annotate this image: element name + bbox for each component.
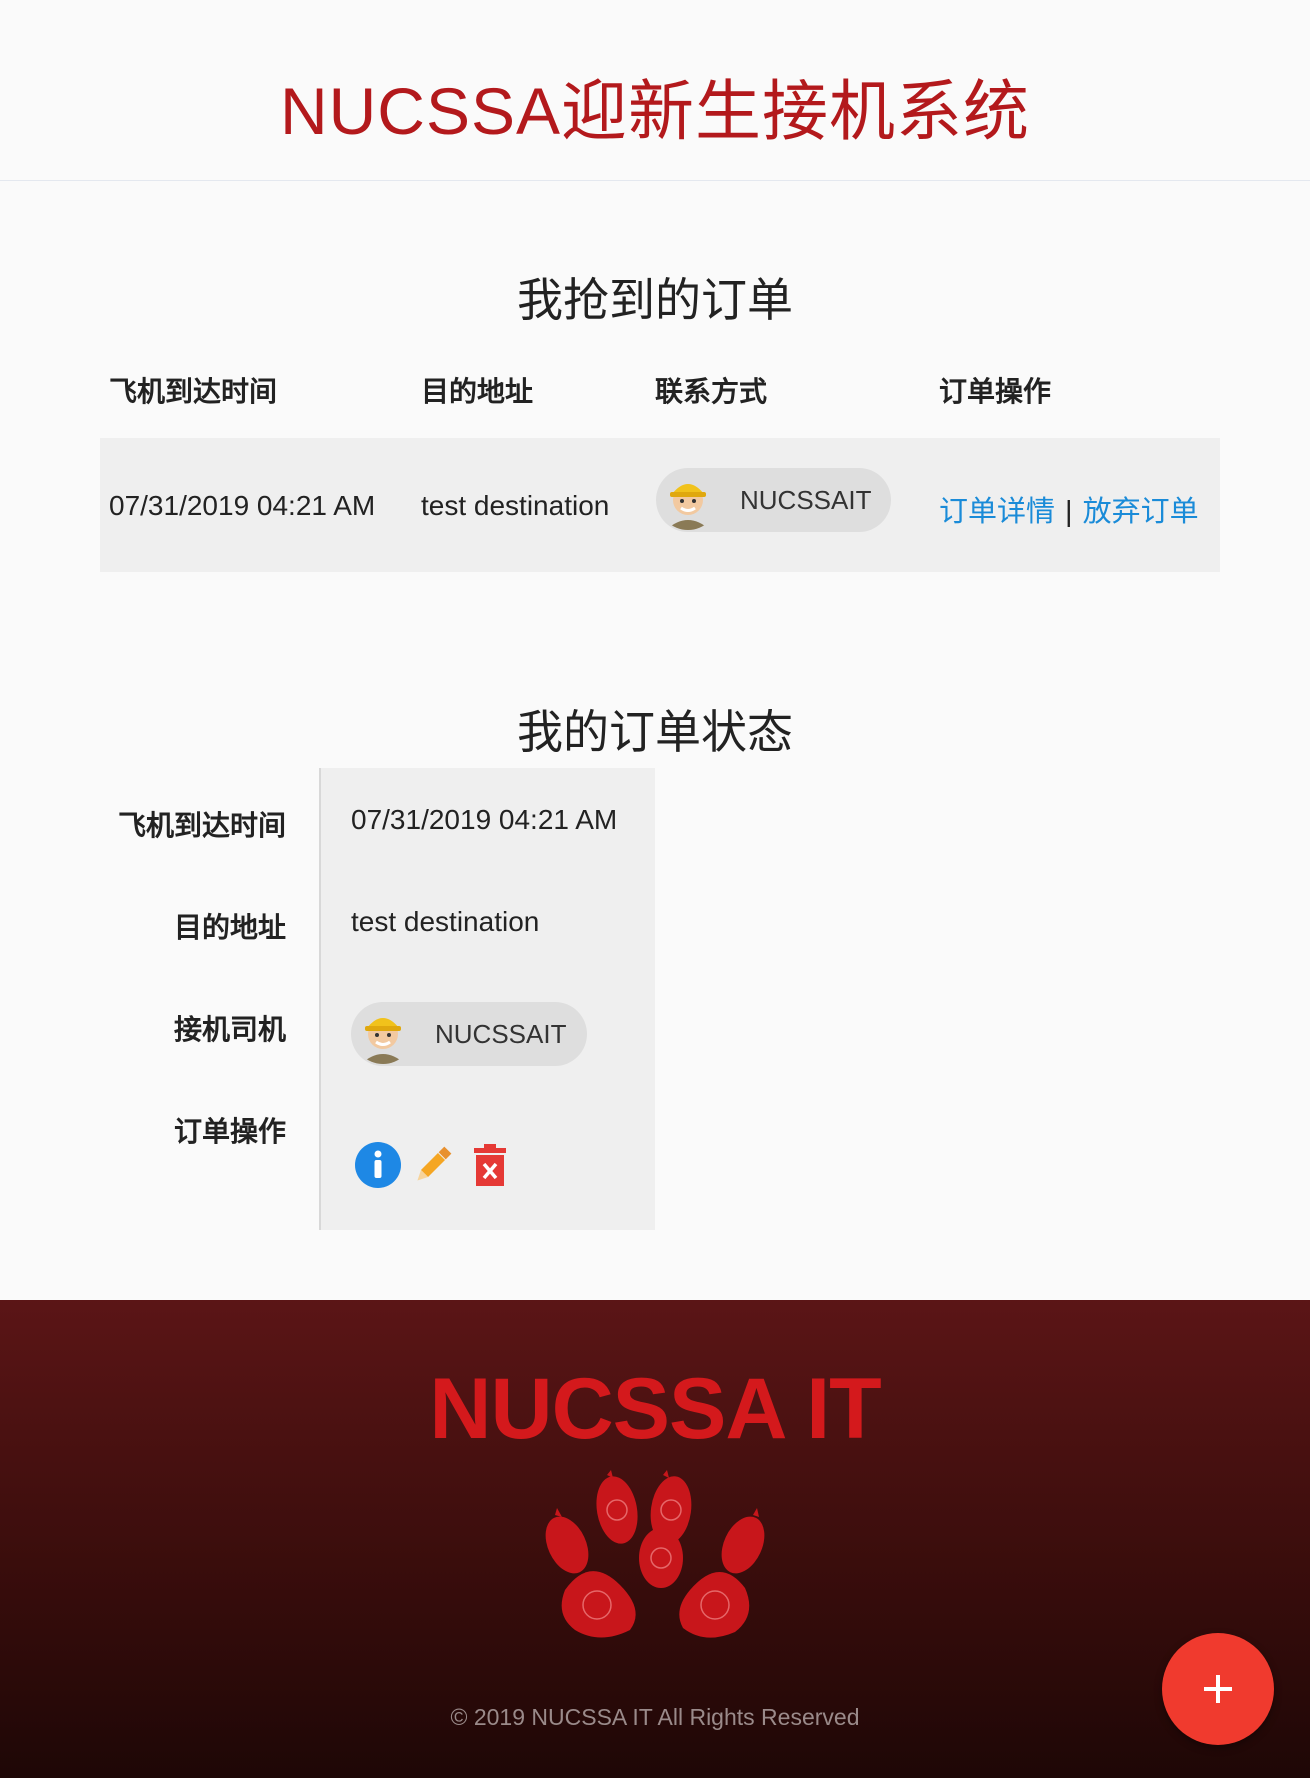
column-header-destination: 目的地址 (421, 376, 534, 407)
order-detail-link[interactable]: 订单详情 (939, 496, 1055, 528)
destination-cell: test destination (421, 490, 610, 521)
abandon-order-link[interactable]: 放弃订单 (1083, 496, 1199, 528)
pencil-icon[interactable] (410, 1142, 456, 1188)
label-destination: 目的地址 (173, 912, 286, 943)
footer-brand: NUCSSA IT (429, 1361, 881, 1457)
link-separator: | (1065, 496, 1073, 528)
grabbed-orders-title: 我抢到的订单 (517, 274, 793, 326)
status-destination: test destination (351, 906, 540, 937)
column-header-arrival-time: 飞机到达时间 (109, 376, 278, 407)
driver-name: NUCSSAIT (435, 1018, 567, 1049)
page-header: NUCSSA迎新生接机系统 (0, 0, 1310, 181)
contact-chip[interactable]: NUCSSAIT (656, 468, 891, 532)
add-order-button[interactable] (1162, 1633, 1274, 1745)
driver-chip[interactable]: NUCSSAIT (351, 1002, 587, 1066)
column-header-actions: 订单操作 (939, 376, 1052, 407)
order-status-panel: 07/31/2019 04:21 AM test destination NUC… (319, 768, 655, 1230)
my-order-status-title: 我的订单状态 (517, 706, 793, 758)
page-footer: NUCSSA IT © 2019 NUCSSA IT All Rights Re… (0, 1300, 1310, 1778)
label-driver: 接机司机 (173, 1014, 286, 1045)
arrival-time-cell: 07/31/2019 04:21 AM (109, 490, 376, 521)
status-arrival-time: 07/31/2019 04:21 AM (351, 804, 618, 835)
label-actions: 订单操作 (173, 1116, 286, 1147)
page-title: NUCSSA迎新生接机系统 (279, 74, 1031, 148)
trash-icon[interactable] (467, 1142, 513, 1188)
column-header-contact: 联系方式 (655, 376, 768, 407)
driver-avatar-icon (658, 470, 718, 530)
copyright-text: © 2019 NUCSSA IT All Rights Reserved (450, 1704, 860, 1730)
paw-logo-icon (535, 1470, 785, 1640)
table-row: 07/31/2019 04:21 AM test destination NUC… (100, 438, 1220, 572)
order-actions: 订单详情 | 放弃订单 (939, 488, 1199, 530)
plus-icon (1204, 1675, 1232, 1703)
label-arrival-time: 飞机到达时间 (117, 810, 286, 841)
driver-avatar-icon (353, 1004, 413, 1064)
contact-name: NUCSSAIT (740, 484, 872, 515)
info-icon[interactable] (355, 1142, 401, 1188)
